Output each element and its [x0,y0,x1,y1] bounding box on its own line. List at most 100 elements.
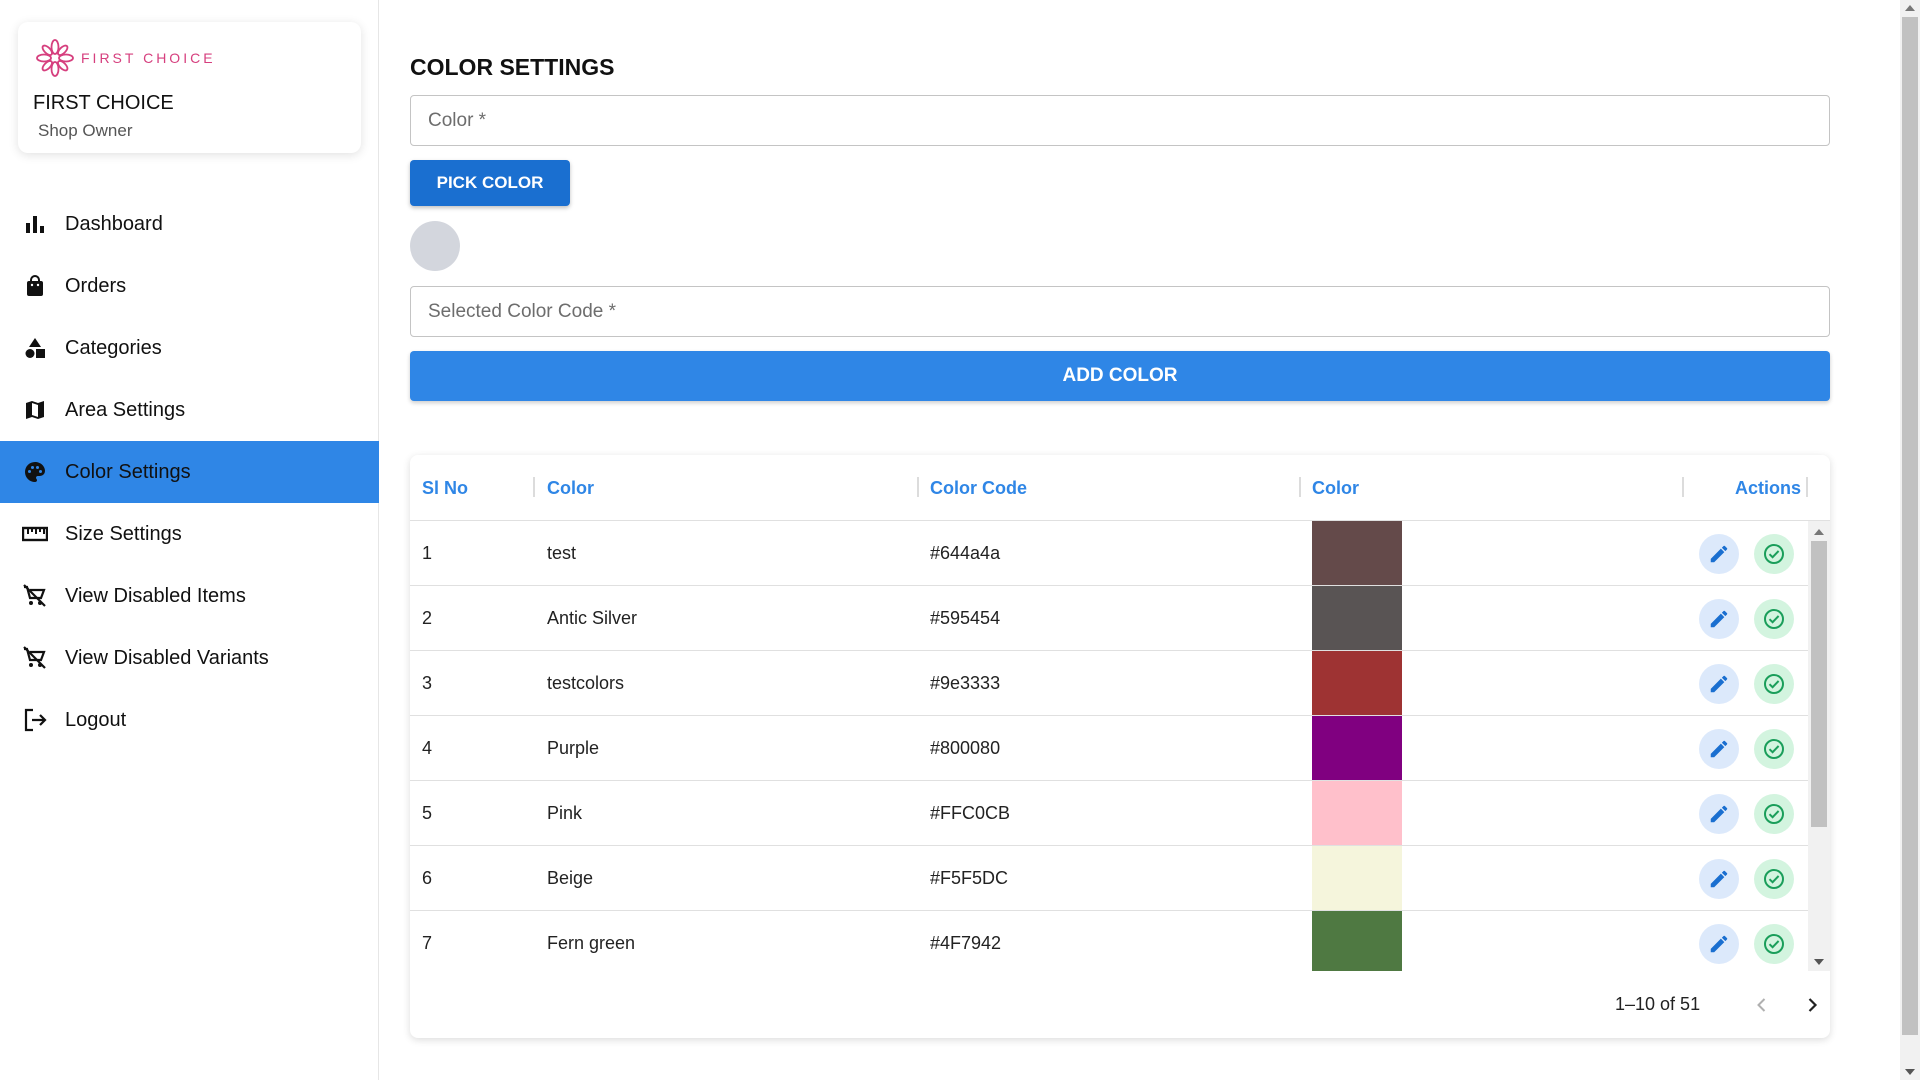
sidebar-item-view-disabled-variants[interactable]: View Disabled Variants [0,627,379,689]
check-circle-icon [1764,544,1784,564]
color-swatch [1312,716,1402,780]
edit-button[interactable] [1699,664,1739,704]
pencil-icon [1710,740,1728,758]
enable-toggle-button[interactable] [1754,794,1794,834]
cell-color-name: test [547,542,577,563]
column-header-color[interactable]: Color [547,455,594,521]
color-name-field [410,95,1830,146]
color-code-field [410,286,1830,337]
cell-sl-no: 3 [422,672,433,693]
sidebar-item-label: Logout [65,708,127,731]
table-row: 7 Fern green #4F7942 [410,911,1830,971]
sidebar-item-orders[interactable]: Orders [0,255,379,317]
remove-shopping-cart-icon [22,583,48,609]
color-swatch [1312,651,1402,715]
edit-button[interactable] [1699,794,1739,834]
cell-sl-no: 2 [422,607,433,628]
pick-color-button[interactable]: PICK COLOR [410,160,570,206]
app-root: FIRST CHOICE FIRST CHOICE Shop Owner Das… [0,0,1920,1080]
column-separator[interactable] [1682,477,1684,497]
edit-button[interactable] [1699,924,1739,964]
sidebar-item-categories[interactable]: Categories [0,317,379,379]
cell-color-code: #F5F5DC [930,867,1009,888]
cell-color-name: Pink [547,802,583,823]
table-scrollbar[interactable] [1808,521,1830,971]
scroll-up-arrow-icon[interactable] [1905,5,1915,11]
table-row: 1 test #644a4a [410,521,1830,586]
column-separator[interactable] [1299,477,1301,497]
cell-sl-no: 4 [422,737,433,758]
edit-button[interactable] [1699,859,1739,899]
sidebar-item-area-settings[interactable]: Area Settings [0,379,379,441]
page-scrollbar[interactable] [1900,0,1920,1080]
cell-sl-no: 5 [422,802,433,823]
enable-toggle-button[interactable] [1754,664,1794,704]
column-header-swatch[interactable]: Color [1312,455,1359,521]
color-swatch [1312,586,1402,650]
table-row: 5 Pink #FFC0CB [410,781,1830,846]
enable-toggle-button[interactable] [1754,859,1794,899]
map-icon [22,397,48,423]
cell-color-code: #595454 [930,607,1001,628]
scroll-down-arrow-icon[interactable] [1905,1069,1915,1075]
add-color-button[interactable]: ADD COLOR [410,351,1830,401]
sidebar-item-dashboard[interactable]: Dashboard [0,193,379,255]
sidebar-item-color-settings[interactable]: Color Settings [0,441,379,503]
enable-toggle-button[interactable] [1754,729,1794,769]
scrollbar-thumb[interactable] [1811,541,1827,827]
colors-table: Sl No Color Color Code Color Actions 1 te… [410,455,1830,1038]
chevron-right-icon [1808,998,1818,1012]
color-name-input[interactable] [411,96,1829,145]
column-header-color-code[interactable]: Color Code [930,455,1027,521]
edit-button[interactable] [1699,599,1739,639]
check-circle-icon [1764,674,1784,694]
color-code-input[interactable] [411,287,1829,336]
enable-toggle-button[interactable] [1754,534,1794,574]
sidebar-item-label: Orders [65,274,127,297]
scroll-down-arrow-icon[interactable] [1814,959,1824,965]
cell-sl-no: 1 [422,542,433,563]
cell-color-name: testcolors [547,672,625,693]
remove-shopping-cart-icon [22,645,48,671]
cell-color-code: #4F7942 [930,932,1002,953]
column-header-sl-no[interactable]: Sl No [422,455,468,521]
sidebar-item-logout[interactable]: Logout [0,689,379,751]
table-header: Sl No Color Color Code Color Actions [410,455,1830,521]
enable-toggle-button[interactable] [1754,599,1794,639]
scroll-up-arrow-icon[interactable] [1814,529,1824,535]
sidebar-item-view-disabled-items[interactable]: View Disabled Items [0,565,379,627]
table-row: 3 testcolors #9e3333 [410,651,1830,716]
shapes-icon [22,335,48,361]
cell-color-code: #9e3333 [930,672,1001,693]
cell-color-name: Antic Silver [547,607,638,628]
check-circle-icon [1764,804,1784,824]
sidebar-item-size-settings[interactable]: Size Settings [0,503,379,565]
color-swatch [1312,781,1402,845]
edit-button[interactable] [1699,534,1739,574]
page-title: COLOR SETTINGS [410,54,615,80]
pencil-icon [1710,870,1728,888]
scrollbar-thumb[interactable] [1902,17,1918,1035]
table-row: 4 Purple #800080 [410,716,1830,781]
column-separator[interactable] [533,477,535,497]
cell-sl-no: 6 [422,867,433,888]
pagination-range: 1–10 of 51 [1615,994,1701,1014]
sidebar-item-label: Size Settings [65,522,182,545]
table-body: 1 test #644a4a 2 Antic Silver #595454 3 testcol… [410,521,1830,971]
column-separator[interactable] [917,477,919,497]
ruler-icon [22,521,48,547]
shopping-bag-icon [22,273,48,299]
edit-button[interactable] [1699,729,1739,769]
sidebar-item-label: Dashboard [65,212,163,235]
previous-page-button[interactable] [1748,991,1776,1019]
column-separator[interactable] [1806,477,1808,497]
sidebar: FIRST CHOICE FIRST CHOICE Shop Owner Das… [0,0,379,1080]
brand-role: Shop Owner [38,121,133,140]
sidebar-item-label: Area Settings [65,398,186,421]
table-footer: 1–10 of 51 [410,971,1830,1038]
color-swatch [1312,911,1402,971]
enable-toggle-button[interactable] [1754,924,1794,964]
sidebar-nav: Dashboard Orders Categories Area Setting… [0,193,379,751]
cell-color-name: Purple [547,737,600,758]
next-page-button[interactable] [1798,991,1826,1019]
